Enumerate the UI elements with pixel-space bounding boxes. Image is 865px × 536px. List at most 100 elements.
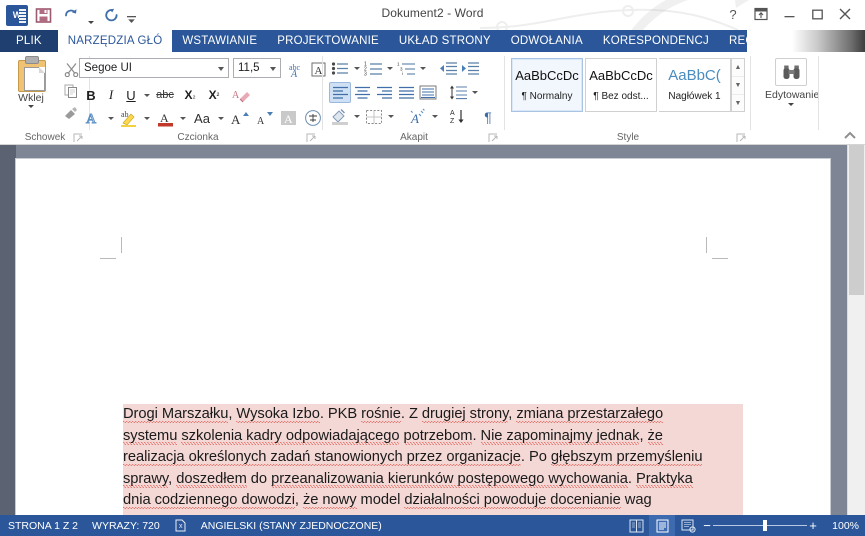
font-color-dropdown-icon[interactable] <box>177 107 189 129</box>
tab-uklad-strony[interactable]: UKŁAD STRONY <box>389 30 501 52</box>
tab-projektowanie[interactable]: PROJEKTOWANIE <box>267 30 389 52</box>
underline-button[interactable]: U <box>121 84 141 106</box>
styles-scroll-buttons[interactable]: ▲ ▼ ▼ <box>731 58 745 112</box>
shading-dropdown-icon[interactable] <box>351 106 363 127</box>
increase-indent-icon[interactable] <box>459 58 481 79</box>
document-page[interactable]: Drogi Marszałku, Wysoka Izbo. PKB rośnie… <box>16 159 830 515</box>
language-indicator[interactable]: ANGIELSKI (STANY ZJEDNOCZONE) <box>201 520 382 532</box>
document-line: systemu szkolenia kadry odpowiadającego … <box>123 425 743 447</box>
tab-plik[interactable]: PLIK <box>0 30 58 52</box>
distributed-align-icon[interactable] <box>417 82 439 103</box>
scroll-up-icon[interactable]: ▲ <box>732 59 744 77</box>
align-center-icon[interactable] <box>351 82 373 103</box>
decrease-indent-icon[interactable] <box>437 58 459 79</box>
spelling-error-run: sprawy <box>123 470 169 488</box>
italic-button[interactable]: I <box>101 84 121 106</box>
tab-odwolania[interactable]: ODWOŁANIA <box>501 30 593 52</box>
more-styles-icon[interactable]: ▼ <box>732 95 744 112</box>
style-item-naglowek-1[interactable]: AaBbC( Nagłówek 1 <box>659 58 731 112</box>
ribbon-display-options-icon[interactable] <box>747 2 775 26</box>
multilevel-list-dropdown-icon[interactable] <box>417 58 428 79</box>
strikethrough-button[interactable]: abc <box>152 84 178 106</box>
ribbon-group-editing: Edytowanie <box>751 52 833 144</box>
clear-formatting-icon[interactable]: A <box>226 84 256 106</box>
read-mode-icon[interactable] <box>623 515 649 536</box>
zoom-slider-thumb[interactable] <box>763 520 767 531</box>
font-color-icon[interactable]: A <box>153 107 177 129</box>
svg-text:A: A <box>231 112 241 127</box>
font-dialog-launcher[interactable] <box>306 131 317 142</box>
print-layout-icon[interactable] <box>649 515 675 536</box>
word-count[interactable]: WYRAZY: 720 <box>92 520 160 532</box>
document-text[interactable]: Drogi Marszałku, Wysoka Izbo. PKB rośnie… <box>123 404 743 515</box>
borders-dropdown-icon[interactable] <box>385 106 397 127</box>
bullet-list-dropdown-icon[interactable] <box>351 58 362 79</box>
ribbon-tab-bar[interactable]: PLIK NARZĘDZIA GŁÓ WSTAWIANIE PROJEKTOWA… <box>0 30 865 52</box>
grow-font-icon[interactable]: abc A <box>285 58 307 80</box>
tab-korespondencja[interactable]: KORESPONDENCJ <box>593 30 719 52</box>
show-formatting-marks-icon[interactable]: ¶ <box>477 106 499 127</box>
web-layout-icon[interactable] <box>675 515 701 536</box>
align-left-icon[interactable] <box>329 82 351 103</box>
paste-button[interactable]: Wklej <box>8 56 54 108</box>
style-sample-bez-odstepow: AaBbCcDc <box>589 67 653 83</box>
change-case-dropdown-icon[interactable] <box>215 107 227 129</box>
vertical-scrollbar[interactable] <box>847 145 865 515</box>
zoom-slider[interactable]: − + <box>701 515 819 536</box>
subscript-button[interactable]: X₂ <box>178 84 202 106</box>
editing-button[interactable]: Edytowanie <box>765 58 819 106</box>
text-effects-icon[interactable]: A <box>81 107 105 129</box>
subscript-label: X <box>184 88 193 102</box>
change-case-button[interactable]: Aa <box>189 107 215 129</box>
zoom-in-button[interactable]: + <box>807 519 819 532</box>
font-name-input[interactable]: Segoe UI <box>79 58 229 78</box>
close-icon[interactable] <box>831 2 859 26</box>
collapse-ribbon-icon[interactable] <box>843 129 857 141</box>
spelling-error-run: Nie zapominajmy jednak <box>480 427 640 445</box>
svg-text:A: A <box>160 111 169 125</box>
window-controls[interactable]: ? <box>719 2 859 26</box>
line-spacing-icon[interactable] <box>447 82 469 103</box>
line-spacing-dropdown-icon[interactable] <box>469 82 481 103</box>
text-highlight-icon[interactable]: ab <box>117 107 141 129</box>
proofing-errors-icon[interactable]: x <box>174 519 187 532</box>
text-effects-dropdown-icon[interactable] <box>105 107 117 129</box>
shading-icon[interactable] <box>329 106 351 127</box>
minimize-icon[interactable] <box>775 2 803 26</box>
font-size-input[interactable]: 11,5 <box>233 58 281 78</box>
phonetic-guide-icon[interactable]: A <box>277 107 301 129</box>
asian-phonetic-dropdown-icon[interactable] <box>429 106 441 127</box>
underline-dropdown-icon[interactable] <box>141 84 152 106</box>
zoom-level[interactable]: 100% <box>819 520 859 532</box>
text-highlight-dropdown-icon[interactable] <box>141 107 153 129</box>
numbered-list-icon[interactable]: 123 <box>362 58 384 79</box>
paragraph-dialog-launcher[interactable] <box>488 131 499 142</box>
help-icon[interactable]: ? <box>719 2 747 26</box>
page-indicator[interactable]: STRONA 1 Z 2 <box>8 520 78 532</box>
binoculars-find-icon <box>775 58 807 86</box>
scroll-down-icon[interactable]: ▼ <box>732 77 744 95</box>
styles-dialog-launcher[interactable] <box>736 131 747 142</box>
sort-icon[interactable]: AZ <box>447 106 469 127</box>
tab-narzedzia-glowne[interactable]: NARZĘDZIA GŁÓ <box>57 30 173 52</box>
style-item-normalny[interactable]: AaBbCcDc ¶ Normalny <box>511 58 583 112</box>
editing-dropdown-icon[interactable] <box>765 103 817 106</box>
grow-font-size-icon[interactable]: A <box>227 107 253 129</box>
zoom-out-button[interactable]: − <box>701 519 713 532</box>
tab-wstawianie[interactable]: WSTAWIANIE <box>172 30 267 52</box>
justify-icon[interactable] <box>395 82 417 103</box>
paste-dropdown-icon[interactable] <box>8 105 54 108</box>
superscript-button[interactable]: X² <box>202 84 226 106</box>
document-canvas[interactable]: Drogi Marszałku, Wysoka Izbo. PKB rośnie… <box>0 145 865 515</box>
bullet-list-icon[interactable] <box>329 58 351 79</box>
style-item-bez-odstepow[interactable]: AaBbCcDc ¶ Bez odst... <box>585 58 657 112</box>
maximize-icon[interactable] <box>803 2 831 26</box>
numbered-list-dropdown-icon[interactable] <box>384 58 395 79</box>
multilevel-list-icon[interactable]: 13i <box>395 58 417 79</box>
align-right-icon[interactable] <box>373 82 395 103</box>
asian-phonetic-icon[interactable]: A <box>407 106 429 127</box>
scrollbar-thumb[interactable] <box>849 145 864 295</box>
bold-button[interactable]: B <box>81 84 101 106</box>
borders-icon[interactable] <box>363 106 385 127</box>
shrink-font-size-icon[interactable]: A <box>253 107 277 129</box>
